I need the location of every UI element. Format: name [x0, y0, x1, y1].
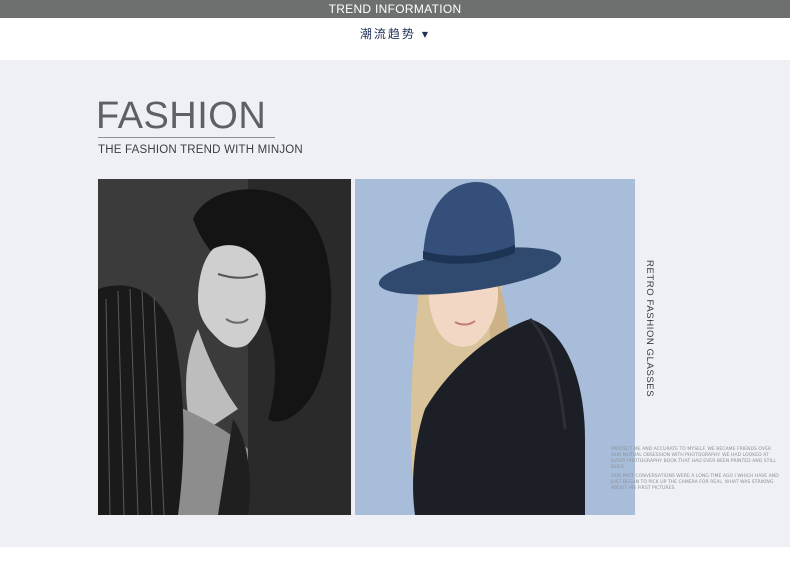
heading-divider [98, 137, 275, 138]
fashion-heading: FASHION [96, 95, 267, 137]
section-nav[interactable]: 潮流趋势 ▼ [0, 24, 790, 44]
top-bar-title: TREND INFORMATION [328, 2, 462, 16]
top-bar: TREND INFORMATION [0, 0, 790, 18]
hat-portrait-photo [355, 179, 635, 515]
caption-paragraph-2: OUR PAST CONVERSATIONS WERE A LONG TIME … [611, 474, 779, 491]
bw-portrait-photo [98, 179, 351, 515]
section-nav-title: 潮流趋势 [359, 27, 416, 41]
hat-portrait-illustration [355, 179, 635, 515]
chevron-down-icon[interactable]: ▼ [422, 30, 430, 39]
side-label: RETRO FASHION GLASSES [644, 260, 655, 398]
caption-paragraph-1: PROTECT ME AND ACCURATE TO MYSELF. WE BE… [611, 447, 776, 470]
fashion-subheading: THE FASHION TREND WITH MINJON [98, 144, 303, 156]
bw-portrait-illustration [98, 179, 351, 515]
fashion-panel: FASHION THE FASHION TREND WITH MINJON RE… [0, 60, 790, 547]
